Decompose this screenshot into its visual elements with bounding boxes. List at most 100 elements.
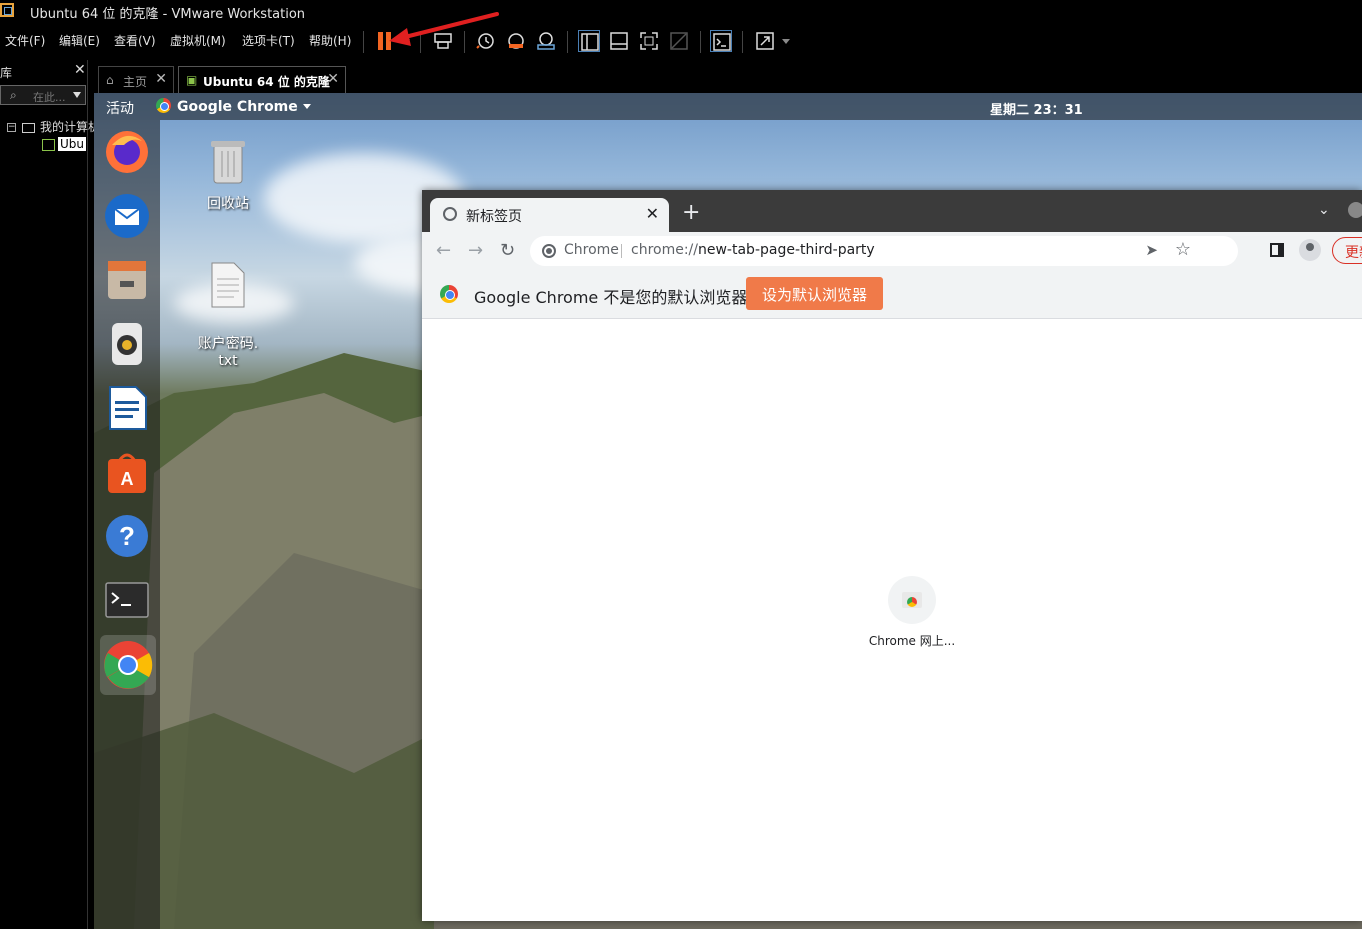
address-bar[interactable]: Chrome chrome://new-tab-page-third-party…: [530, 236, 1238, 266]
shortcut-icon: [888, 576, 936, 624]
address-chip: Chrome: [564, 242, 619, 258]
chrome-tab-title: 新标签页: [466, 209, 522, 225]
new-tab-page: Chrome 网上...: [422, 320, 1362, 921]
toolbar-separator: [363, 31, 364, 53]
vmware-logo-icon: [0, 3, 14, 17]
libreoffice-writer-icon[interactable]: [102, 383, 152, 433]
site-info-icon[interactable]: [542, 244, 556, 258]
revert-snapshot-icon[interactable]: [505, 30, 527, 52]
url-scheme: chrome://: [631, 242, 698, 258]
thunderbird-icon[interactable]: [102, 191, 152, 241]
home-icon: ⌂: [106, 73, 114, 87]
ubuntu-dock: A ?: [94, 120, 160, 929]
url-text: chrome://new-tab-page-third-party: [631, 242, 875, 258]
globe-icon: [443, 207, 457, 221]
set-default-browser-button[interactable]: 设为默认浏览器: [746, 277, 883, 310]
library-title: 库: [0, 66, 13, 80]
menu-tabs[interactable]: 选项卡(T): [242, 32, 295, 49]
activities-button[interactable]: 活动: [106, 98, 134, 118]
minimize-icon[interactable]: [1348, 202, 1362, 218]
menu-help[interactable]: 帮助(H): [309, 32, 351, 49]
library-search-input[interactable]: ⌕ 在此...: [0, 85, 86, 105]
app-menu-label: Google Chrome: [177, 99, 298, 115]
forward-icon[interactable]: →: [468, 240, 483, 261]
full-screen-icon[interactable]: [638, 30, 660, 52]
window-title: Ubuntu 64 位 的克隆 - VMware Workstation: [30, 7, 306, 22]
desktop-file[interactable]: 账户密码. txt: [188, 229, 268, 369]
collapse-icon[interactable]: −: [7, 123, 16, 132]
back-icon[interactable]: ←: [436, 240, 451, 261]
stretch-dropdown-icon[interactable]: [782, 39, 790, 44]
text-file-icon: [188, 245, 268, 313]
tab-label: Ubuntu 64 位 的克隆: [203, 75, 330, 89]
menu-vm[interactable]: 虚拟机(M): [170, 32, 226, 49]
vm-tab-bar: ⌂ 主页 ✕ ▣ Ubuntu 64 位 的克隆 ✕: [94, 60, 1362, 93]
terminal-icon[interactable]: [102, 575, 152, 625]
trash-icon: [188, 137, 268, 189]
chevron-down-icon[interactable]: ⌄: [1318, 202, 1330, 218]
chrome-window: 新标签页 ✕ + ⌄ ← → ↻ Chrome chrome://new-tab…: [422, 190, 1362, 921]
tree-item-label: 我的计算机: [40, 120, 101, 134]
gnome-top-bar: 活动 Google Chrome 星期二 23：31: [94, 93, 1362, 120]
files-icon[interactable]: [102, 255, 152, 305]
rhythmbox-icon[interactable]: [102, 319, 152, 369]
vmware-menu-toolbar: 文件(F) 编辑(E) 查看(V) 虚拟机(M) 选项卡(T) 帮助(H): [0, 22, 1362, 60]
search-placeholder: 在此...: [33, 91, 66, 104]
close-icon[interactable]: ✕: [155, 71, 167, 87]
desktop-trash[interactable]: 回收站: [188, 137, 268, 213]
computer-icon: [22, 122, 35, 133]
infobar-message: Google Chrome 不是您的默认浏览器: [474, 288, 748, 307]
tree-item-label: Ubu: [58, 137, 87, 151]
side-panel-icon[interactable]: [1270, 243, 1284, 257]
close-icon[interactable]: ✕: [327, 71, 339, 87]
vm-running-icon: [42, 138, 55, 151]
menu-file[interactable]: 文件(F): [5, 32, 45, 49]
close-icon[interactable]: ✕: [646, 204, 659, 223]
reload-icon[interactable]: ↻: [500, 240, 515, 261]
shortcut-label: Chrome 网上...: [868, 634, 956, 648]
chevron-down-icon[interactable]: [73, 92, 81, 98]
tab-label: 主页: [123, 75, 148, 89]
tree-item-vm[interactable]: Ubu: [42, 137, 87, 151]
close-icon[interactable]: ✕: [74, 62, 86, 78]
chrome-icon: [156, 98, 171, 113]
clock[interactable]: 星期二 23：31: [990, 99, 1083, 118]
svg-text:A: A: [121, 469, 134, 489]
firefox-icon[interactable]: [102, 127, 152, 177]
software-center-icon[interactable]: A: [102, 447, 152, 497]
app-menu[interactable]: Google Chrome: [156, 98, 311, 115]
default-browser-infobar: Google Chrome 不是您的默认浏览器 设为默认浏览器: [422, 269, 1362, 319]
vm-running-icon: ▣: [186, 73, 198, 87]
console-view-icon[interactable]: [710, 30, 732, 52]
guest-desktop[interactable]: 活动 Google Chrome 星期二 23：31 A ? 回收站 账户密码.…: [94, 93, 1362, 929]
new-tab-button[interactable]: +: [682, 200, 700, 225]
update-button[interactable]: 更新: [1332, 237, 1362, 264]
vmware-title-bar: Ubuntu 64 位 的克隆 - VMware Workstation: [0, 0, 1362, 22]
help-icon[interactable]: ?: [102, 511, 152, 561]
desktop-icon-label: 账户密码. txt: [197, 336, 259, 369]
library-panel: 库 ✕ ⌕ 在此... − 我的计算机 Ubu: [0, 60, 100, 929]
chrome-icon: [440, 285, 458, 303]
profile-avatar-icon[interactable]: [1299, 239, 1321, 261]
chevron-down-icon: [302, 104, 311, 109]
svg-text:?: ?: [119, 521, 135, 551]
shortcut-tile[interactable]: Chrome 网上...: [842, 576, 982, 649]
tree-item-my-computer[interactable]: − 我的计算机: [7, 118, 100, 135]
unity-icon[interactable]: [668, 30, 690, 52]
chrome-icon[interactable]: [100, 635, 156, 695]
tab-vm[interactable]: ▣ Ubuntu 64 位 的克隆 ✕: [178, 66, 346, 93]
chrome-web-store-icon: [902, 592, 922, 608]
thumbnail-view-icon[interactable]: [608, 30, 630, 52]
chrome-tab-strip: 新标签页 ✕ + ⌄: [422, 190, 1362, 232]
normal-view-icon[interactable]: [578, 30, 600, 52]
menu-view[interactable]: 查看(V): [114, 32, 156, 49]
search-icon: ⌕: [10, 88, 17, 102]
share-icon[interactable]: ➤: [1145, 241, 1158, 259]
tab-home[interactable]: ⌂ 主页 ✕: [98, 66, 174, 93]
snapshot-manager-icon[interactable]: [535, 30, 557, 52]
stretch-icon[interactable]: [754, 30, 776, 52]
desktop-icon-label: 回收站: [207, 196, 249, 212]
menu-edit[interactable]: 编辑(E): [59, 32, 100, 49]
chrome-tab[interactable]: 新标签页 ✕: [430, 198, 669, 232]
bookmark-star-icon[interactable]: ☆: [1175, 239, 1191, 260]
